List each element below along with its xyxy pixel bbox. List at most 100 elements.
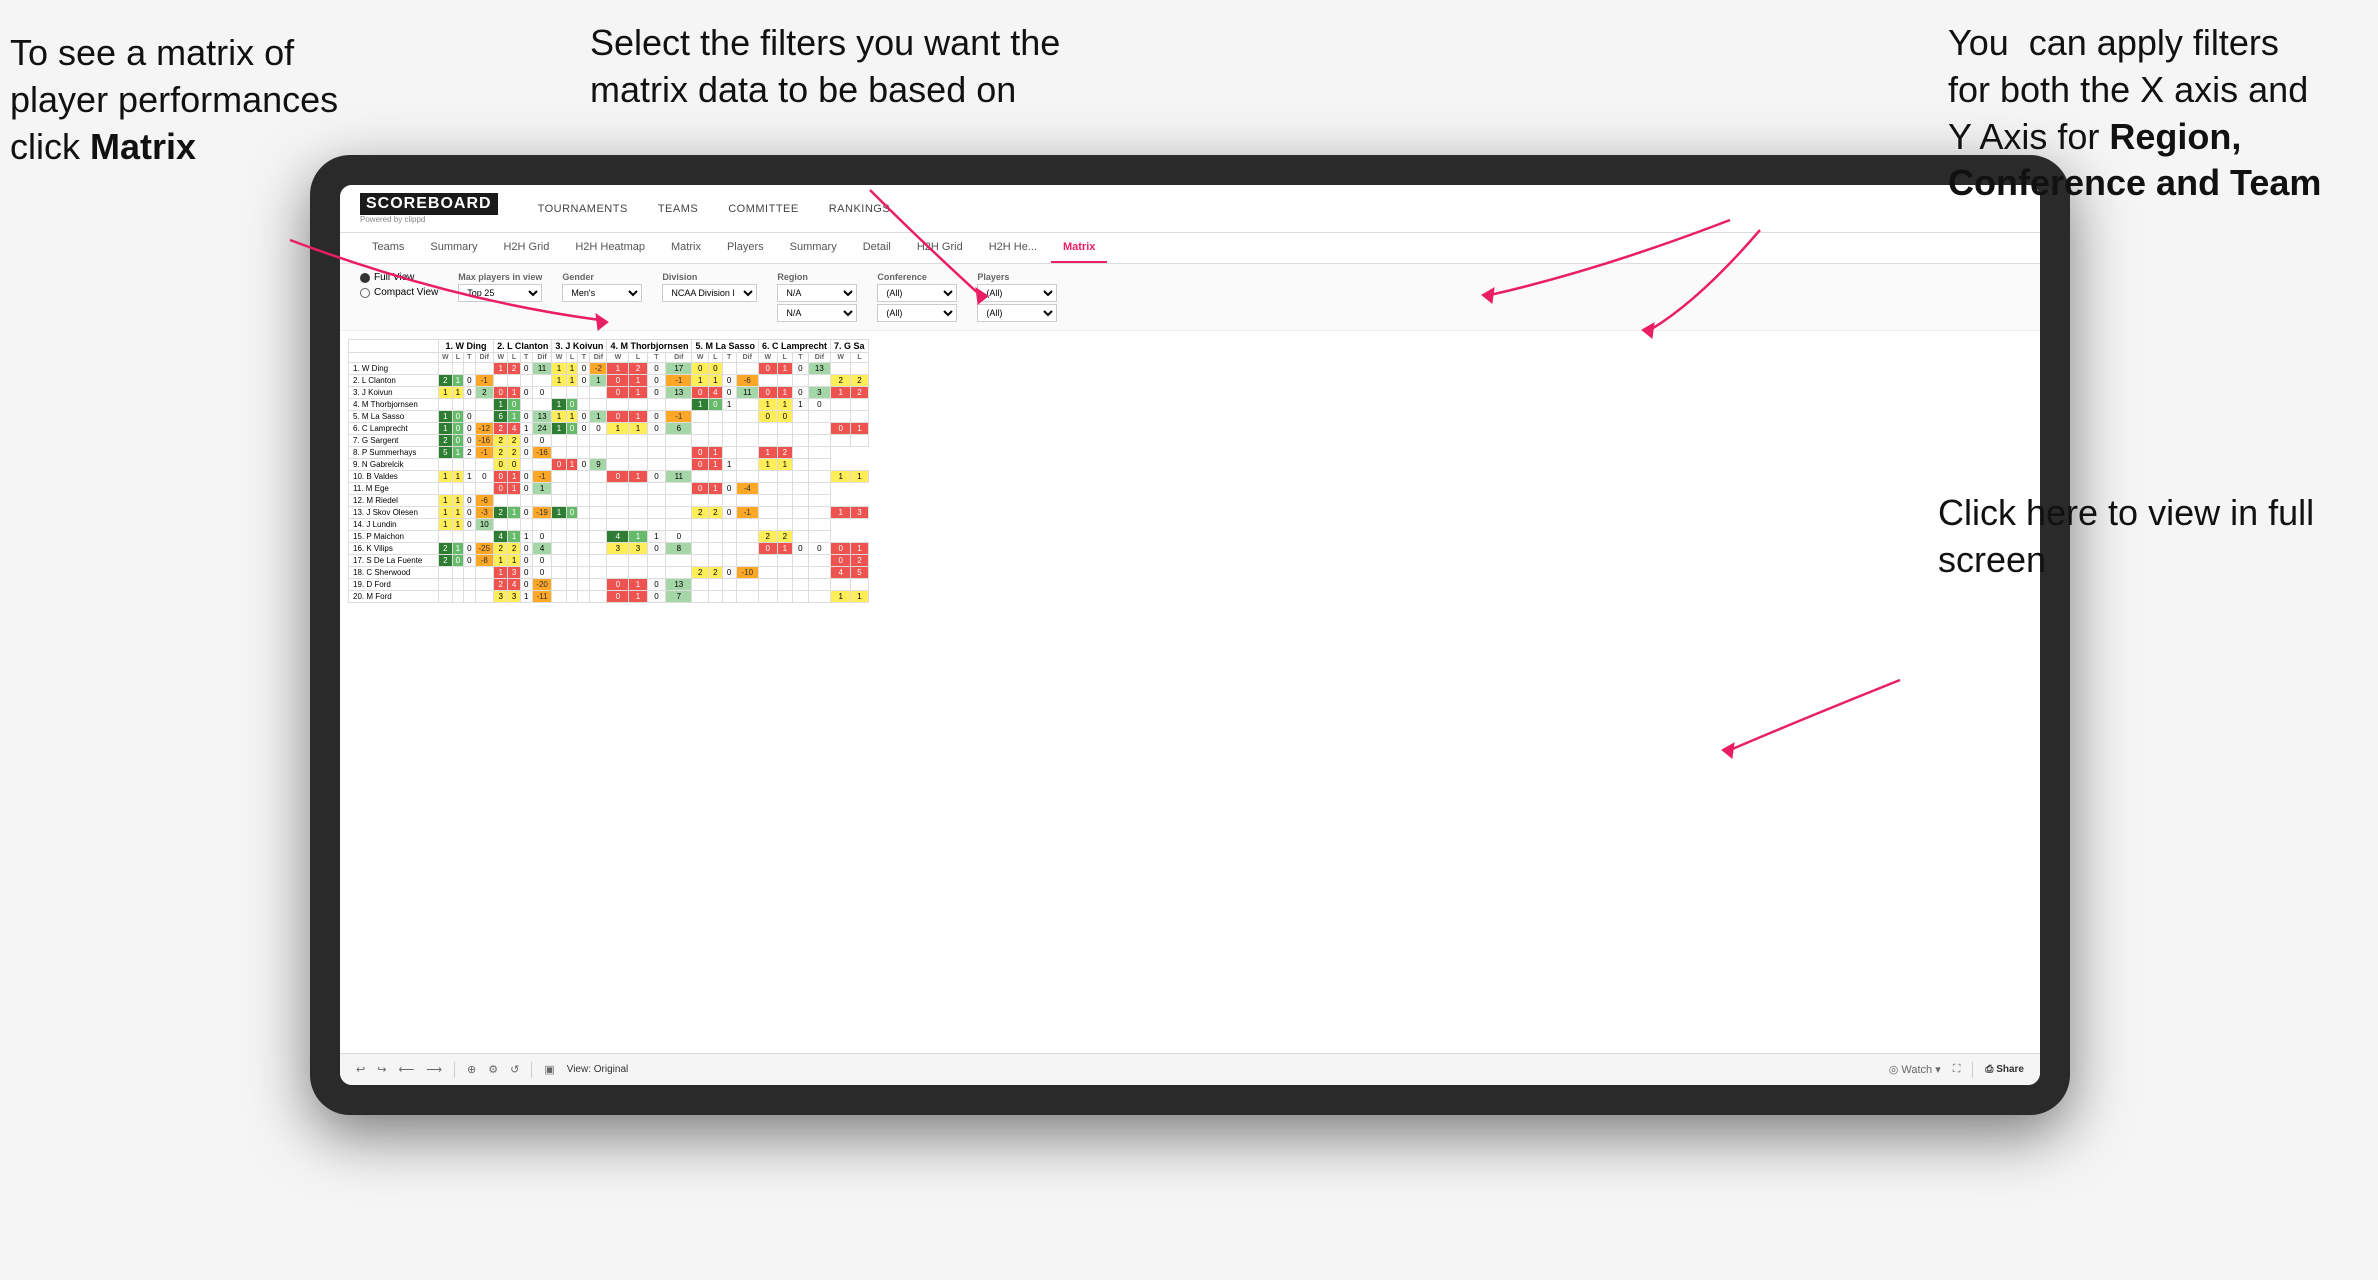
matrix-cell: -1: [475, 375, 494, 387]
subnav-h2h-grid[interactable]: H2H Grid: [491, 233, 561, 263]
full-view-radio[interactable]: [360, 273, 370, 283]
matrix-container[interactable]: 1. W Ding 2. L Clanton 3. J Koivun 4. M …: [340, 331, 2040, 1053]
matrix-cell: [777, 519, 793, 531]
max-players-select[interactable]: Top 25: [458, 284, 542, 302]
region-select-1[interactable]: N/A: [777, 284, 857, 302]
matrix-cell: 10: [475, 519, 494, 531]
matrix-cell: 0: [692, 363, 708, 375]
matrix-cell: 0: [808, 399, 830, 411]
matrix-cell: 24: [532, 423, 552, 435]
player-name-cell: 5. M La Sasso: [349, 411, 439, 423]
subnav-teams[interactable]: Teams: [360, 233, 416, 263]
matrix-cell: 0: [578, 363, 590, 375]
subnav-h2h-he[interactable]: H2H He...: [977, 233, 1049, 263]
matrix-cell: -10: [736, 567, 758, 579]
forward-btn[interactable]: ⟶: [426, 1063, 442, 1076]
refresh-btn[interactable]: ↺: [510, 1063, 519, 1076]
matrix-cell: [708, 555, 722, 567]
region-select-2[interactable]: N/A: [777, 304, 857, 322]
settings-btn[interactable]: ⚙: [488, 1063, 498, 1076]
nav-tournaments[interactable]: TOURNAMENTS: [538, 203, 628, 215]
matrix-cell: [607, 483, 629, 495]
players-select-2[interactable]: (All): [977, 304, 1057, 322]
subnav-summary[interactable]: Summary: [418, 233, 489, 263]
redo-btn[interactable]: ↪: [377, 1063, 386, 1076]
table-row: 18. C Sherwood1300220-1045: [349, 567, 869, 579]
player-name-cell: 2. L Clanton: [349, 375, 439, 387]
player-name-cell: 19. D Ford: [349, 579, 439, 591]
full-view-option[interactable]: Full View: [360, 272, 438, 283]
matrix-cell: [793, 375, 809, 387]
matrix-cell: [808, 471, 830, 483]
matrix-cell: 0: [692, 387, 708, 399]
matrix-cell: [439, 567, 453, 579]
conference-select-1[interactable]: (All): [877, 284, 957, 302]
conference-select-2[interactable]: (All): [877, 304, 957, 322]
subnav-h2h-grid2[interactable]: H2H Grid: [905, 233, 975, 263]
matrix-cell: [475, 591, 494, 603]
undo-btn[interactable]: ↩: [356, 1063, 365, 1076]
matrix-cell: [566, 543, 578, 555]
matrix-cell: -1: [532, 471, 552, 483]
players-select-1[interactable]: (All): [977, 284, 1057, 302]
matrix-cell: [758, 507, 777, 519]
matrix-cell: [452, 483, 463, 495]
matrix-cell: 1: [508, 507, 520, 519]
compact-view-radio[interactable]: [360, 288, 370, 298]
matrix-cell: 1: [494, 399, 508, 411]
matrix-cell: [666, 555, 692, 567]
matrix-cell: 1: [692, 375, 708, 387]
matrix-cell: [808, 435, 830, 447]
matrix-cell: 0: [494, 483, 508, 495]
subnav-players[interactable]: Players: [715, 233, 776, 263]
zoom-btn[interactable]: ⊕: [467, 1063, 476, 1076]
matrix-cell: 0: [692, 459, 708, 471]
matrix-cell: [708, 591, 722, 603]
matrix-cell: 1: [758, 459, 777, 471]
matrix-cell: [590, 531, 607, 543]
gender-select[interactable]: Men's: [562, 284, 642, 302]
matrix-cell: 4: [708, 387, 722, 399]
matrix-cell: 0: [520, 555, 532, 567]
subnav-summary2[interactable]: Summary: [778, 233, 849, 263]
matrix-cell: [607, 519, 629, 531]
subnav-matrix[interactable]: Matrix: [659, 233, 713, 263]
subnav-h2h-heatmap[interactable]: H2H Heatmap: [563, 233, 657, 263]
back-btn[interactable]: ⟵: [398, 1063, 414, 1076]
matrix-cell: [566, 387, 578, 399]
matrix-cell: [851, 363, 868, 375]
matrix-cell: 0: [722, 567, 736, 579]
division-select[interactable]: NCAA Division I: [662, 284, 757, 302]
matrix-cell: 1: [629, 423, 647, 435]
matrix-cell: [808, 495, 830, 507]
subnav-matrix2[interactable]: Matrix: [1051, 233, 1107, 263]
nav-rankings[interactable]: RANKINGS: [829, 203, 890, 215]
matrix-cell: [578, 555, 590, 567]
subnav-detail[interactable]: Detail: [851, 233, 903, 263]
watch-btn[interactable]: ◎ Watch ▾: [1889, 1063, 1941, 1076]
matrix-cell: 1: [566, 411, 578, 423]
player-name-cell: 16. K Vilips: [349, 543, 439, 555]
matrix-cell: [607, 495, 629, 507]
matrix-cell: [722, 471, 736, 483]
nav-committee[interactable]: COMMITTEE: [728, 203, 799, 215]
compact-view-option[interactable]: Compact View: [360, 287, 438, 298]
player-name-cell: 8. P Summerhays: [349, 447, 439, 459]
nav-teams[interactable]: TEAMS: [658, 203, 698, 215]
matrix-cell: 0: [566, 399, 578, 411]
matrix-cell: [736, 531, 758, 543]
matrix-cell: 1: [552, 375, 566, 387]
matrix-cell: [566, 519, 578, 531]
matrix-cell: [777, 471, 793, 483]
matrix-cell: [808, 507, 830, 519]
matrix-cell: -12: [475, 423, 494, 435]
player-name-cell: 1. W Ding: [349, 363, 439, 375]
matrix-cell: 1: [629, 411, 647, 423]
share-btn[interactable]: ⎙ Share: [1985, 1064, 2024, 1075]
matrix-cell: 3: [851, 507, 868, 519]
matrix-cell: 2: [508, 435, 520, 447]
matrix-cell: -3: [475, 507, 494, 519]
matrix-cell: [590, 495, 607, 507]
fullscreen-btn[interactable]: ⛶: [1953, 1063, 1961, 1076]
matrix-cell: 1: [508, 387, 520, 399]
